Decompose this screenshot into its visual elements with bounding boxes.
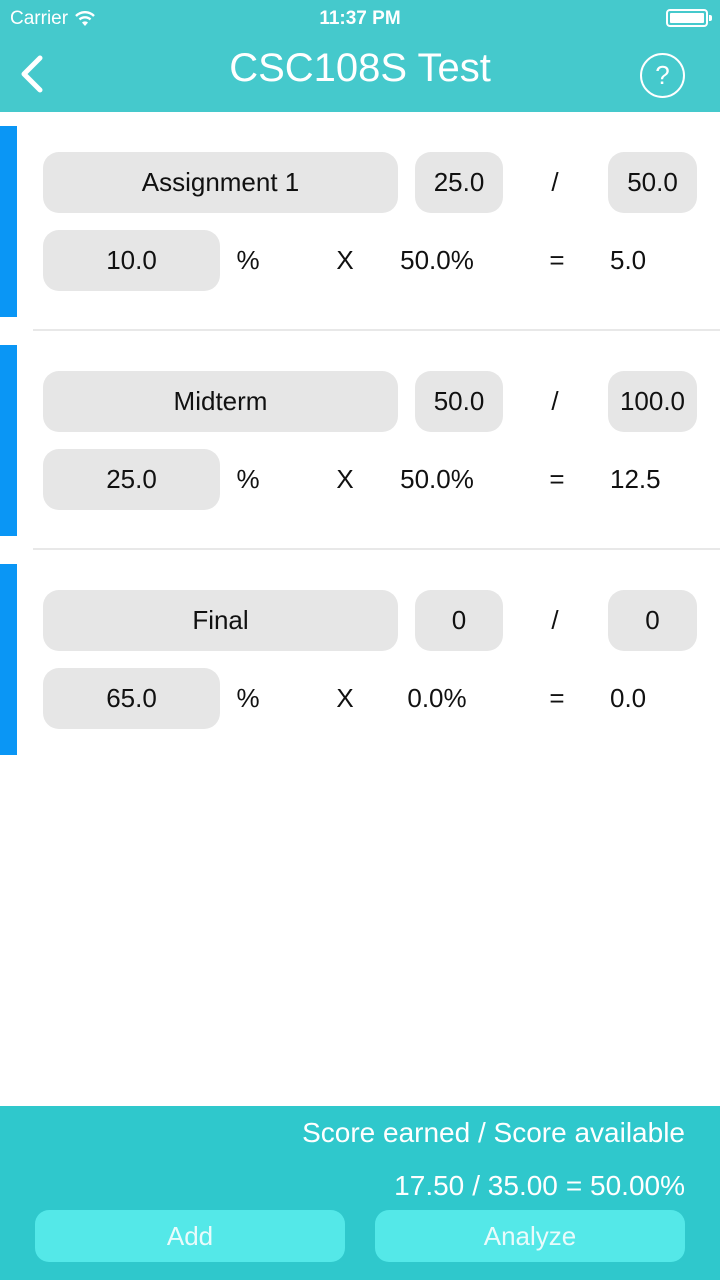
score-earned-field[interactable]: 50.0 xyxy=(415,371,503,432)
slash-label: / xyxy=(551,167,559,197)
slash-label: / xyxy=(551,605,559,635)
item-accent-bar xyxy=(0,126,17,317)
weighted-result: 12.5 xyxy=(610,464,661,494)
item-accent-bar xyxy=(0,564,17,755)
slash-label: / xyxy=(551,386,559,416)
item-name-field[interactable]: Midterm xyxy=(43,371,398,432)
battery-icon xyxy=(666,9,712,27)
question-icon: ? xyxy=(655,60,670,90)
total-available: / 35.00 xyxy=(472,1170,558,1201)
grade-item: Midterm 50.0 / 100.0 25.0 % X 50.0% = 12… xyxy=(0,331,720,550)
score-total-field[interactable]: 50.0 xyxy=(608,152,697,213)
multiply-label: X xyxy=(336,683,354,713)
item-name-field[interactable]: Final xyxy=(43,590,398,651)
grade-item: Assignment 1 25.0 / 50.0 10.0 % X 50.0% … xyxy=(0,112,720,331)
multiply-label: X xyxy=(336,464,354,494)
navigation-header: Carrier 11:37 PM CSC108S Test ? xyxy=(0,0,720,112)
total-earned: 17.50 xyxy=(394,1170,465,1201)
score-ratio: 0.0% xyxy=(407,683,467,713)
help-button[interactable]: ? xyxy=(640,53,685,98)
weight-field[interactable]: 65.0 xyxy=(43,668,220,729)
item-name-field[interactable]: Assignment 1 xyxy=(43,152,398,213)
score-total-field[interactable]: 100.0 xyxy=(608,371,697,432)
weight-field[interactable]: 10.0 xyxy=(43,230,220,291)
equals-label: = xyxy=(549,683,565,713)
summary-label: Score earned / Score available xyxy=(302,1117,685,1148)
score-ratio: 50.0% xyxy=(400,245,474,275)
analyze-button[interactable]: Analyze xyxy=(375,1210,685,1262)
weight-field[interactable]: 25.0 xyxy=(43,449,220,510)
score-earned-field[interactable]: 25.0 xyxy=(415,152,503,213)
grade-item: Final 0 / 0 65.0 % X 0.0% = 0.0 xyxy=(0,550,720,769)
percent-label: % xyxy=(236,245,260,275)
weighted-result: 5.0 xyxy=(610,245,647,275)
equals-label: = xyxy=(549,245,565,275)
status-time: 11:37 PM xyxy=(319,8,401,29)
status-bar: Carrier 11:37 PM xyxy=(0,0,720,36)
equals-label: = xyxy=(549,464,565,494)
add-button[interactable]: Add xyxy=(35,1210,345,1262)
summary-footer: Score earned / Score available 17.50 / 3… xyxy=(0,1106,720,1280)
total-percent: = 50.00% xyxy=(565,1170,685,1201)
percent-label: % xyxy=(236,464,260,494)
page-title: CSC108S Test xyxy=(229,46,491,90)
multiply-label: X xyxy=(336,245,354,275)
score-ratio: 50.0% xyxy=(400,464,474,494)
summary-values: 17.50 / 35.00 = 50.00% xyxy=(394,1170,685,1202)
score-earned-field[interactable]: 0 xyxy=(415,590,503,651)
percent-label: % xyxy=(236,683,260,713)
score-total-field[interactable]: 0 xyxy=(608,590,697,651)
weighted-result: 0.0 xyxy=(610,683,647,713)
item-accent-bar xyxy=(0,345,17,536)
